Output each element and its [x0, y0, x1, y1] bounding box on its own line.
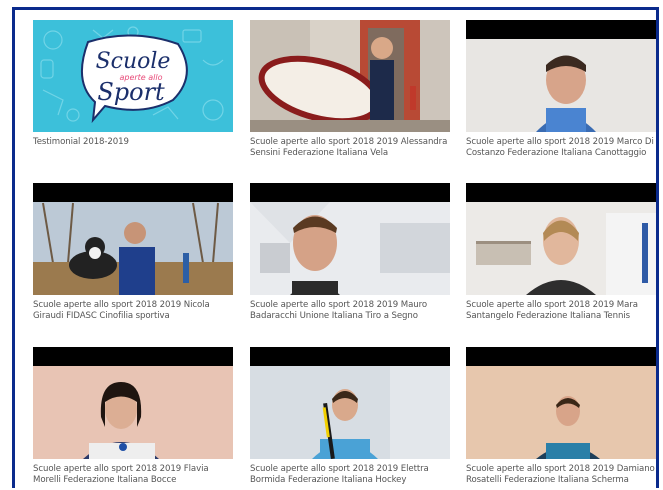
video-item-dicostanzo[interactable]: Scuole aperte allo sport 2018 2019 Marco…	[466, 20, 656, 159]
video-item-santangelo[interactable]: Scuole aperte allo sport 2018 2019 Mara …	[466, 183, 656, 322]
svg-text:Scuole: Scuole	[96, 49, 171, 74]
video-thumbnail[interactable]	[250, 183, 450, 295]
video-frame-image	[250, 20, 450, 132]
video-thumbnail[interactable]	[466, 20, 656, 132]
scuole-aperte-sport-logo: Scuole aperte allo Sport	[33, 20, 233, 132]
video-caption[interactable]: Scuole aperte allo sport 2018 2019 Mauro…	[250, 300, 450, 322]
video-caption[interactable]: Scuole aperte allo sport 2018 2019 Elett…	[250, 464, 450, 486]
video-thumbnail[interactable]	[250, 20, 450, 132]
video-caption[interactable]: Scuole aperte allo sport 2018 2019 Flavi…	[33, 464, 233, 486]
video-thumbnail[interactable]: Scuole aperte allo Sport	[33, 20, 233, 132]
video-grid: Scuole aperte allo Sport Testimonial 201…	[31, 10, 656, 488]
video-caption[interactable]: Scuole aperte allo sport 2018 2019 Mara …	[466, 300, 656, 322]
video-thumbnail[interactable]	[33, 347, 233, 459]
video-thumbnail[interactable]	[33, 183, 233, 295]
video-caption[interactable]: Scuole aperte allo sport 2018 2019 Aless…	[250, 137, 450, 159]
svg-text:Sport: Sport	[97, 78, 165, 106]
video-item-giraudi[interactable]: Scuole aperte allo sport 2018 2019 Nicol…	[33, 183, 233, 322]
video-item-testimonial[interactable]: Scuole aperte allo Sport Testimonial 201…	[33, 20, 233, 148]
video-caption[interactable]: Testimonial 2018-2019	[33, 137, 233, 148]
video-item-bormida[interactable]: Scuole aperte allo sport 2018 2019 Elett…	[250, 347, 450, 486]
video-item-morelli[interactable]: Scuole aperte allo sport 2018 2019 Flavi…	[33, 347, 233, 486]
video-item-badaracchi[interactable]: Scuole aperte allo sport 2018 2019 Mauro…	[250, 183, 450, 322]
video-item-rosatelli[interactable]: Scuole aperte allo sport 2018 2019 Damia…	[466, 347, 656, 486]
video-gallery-frame: Scuole aperte allo Sport Testimonial 201…	[12, 7, 659, 488]
video-caption[interactable]: Scuole aperte allo sport 2018 2019 Marco…	[466, 137, 656, 159]
video-thumbnail[interactable]	[466, 347, 656, 459]
video-thumbnail[interactable]	[466, 183, 656, 295]
video-item-sensini[interactable]: Scuole aperte allo sport 2018 2019 Aless…	[250, 20, 450, 159]
video-caption[interactable]: Scuole aperte allo sport 2018 2019 Damia…	[466, 464, 656, 486]
video-thumbnail[interactable]	[250, 347, 450, 459]
video-caption[interactable]: Scuole aperte allo sport 2018 2019 Nicol…	[33, 300, 233, 322]
